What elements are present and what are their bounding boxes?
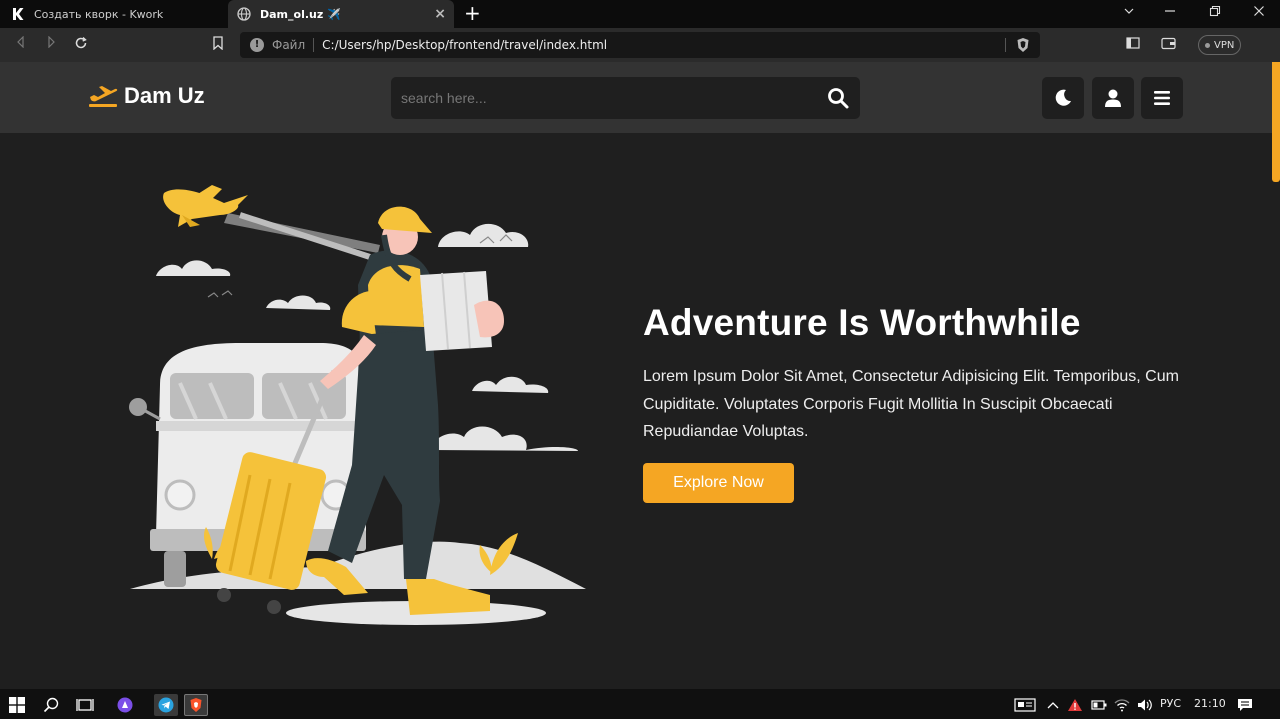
moon-icon [1055, 89, 1071, 106]
bookmark-icon[interactable] [209, 36, 227, 54]
site-header: Dam Uz [0, 62, 1272, 133]
forward-icon[interactable] [42, 35, 60, 54]
cloud [266, 295, 331, 310]
divider [1005, 38, 1006, 52]
explore-now-button[interactable]: Explore Now [643, 463, 794, 503]
address-scheme-label: Файл [272, 38, 306, 52]
user-icon [1105, 89, 1121, 107]
search-icon[interactable] [826, 86, 850, 110]
vpn-label: VPN [1214, 39, 1235, 51]
volume-icon[interactable] [1134, 694, 1156, 716]
clock[interactable]: 21:10 [1194, 697, 1226, 710]
new-tab-button[interactable]: + [464, 3, 481, 23]
tab-damol[interactable]: Dam_ol.uz ✈️ × [228, 0, 454, 28]
divider [313, 38, 315, 52]
airplane-graphic [163, 185, 380, 260]
tab-title: Создать кворк - Kwork [34, 7, 164, 21]
alice-assistant-icon[interactable] [114, 694, 136, 716]
tab-title: Dam_ol.uz ✈️ [260, 7, 341, 21]
hero-description: Lorem Ipsum Dolor Sit Amet, Consectetur … [643, 368, 1179, 440]
windows-start-icon[interactable] [6, 694, 28, 716]
search-form [391, 77, 860, 119]
scrollbar-thumb[interactable] [1272, 62, 1280, 182]
vpn-button[interactable]: VPN [1198, 35, 1242, 55]
cloud [156, 260, 231, 276]
cloud [430, 426, 578, 451]
notifications-icon[interactable] [1234, 694, 1256, 716]
back-icon[interactable] [12, 35, 30, 54]
brave-shield-icon[interactable] [1016, 37, 1030, 56]
chevron-up-icon[interactable] [1042, 694, 1064, 716]
site-logo[interactable]: Dam Uz [88, 83, 205, 109]
search-input[interactable] [391, 77, 811, 119]
cloud [438, 223, 529, 247]
browser-tab-strip: Создать кворк - Kwork Dam_ol.uz ✈️ × + [0, 0, 1280, 28]
close-icon[interactable] [1249, 4, 1269, 22]
battery-icon[interactable] [1088, 694, 1110, 716]
windows-taskbar: РУС 21:10 [0, 689, 1280, 719]
menu-icon [1154, 91, 1170, 105]
menu-button[interactable] [1141, 77, 1183, 119]
globe-icon [236, 6, 252, 22]
search-icon[interactable] [40, 694, 62, 716]
kwork-logo-icon [10, 6, 26, 22]
hero-title: Adventure Is Worthwhile [643, 302, 1081, 343]
browser-toolbar: ! Файл C:/Users/hp/Desktop/frontend/trav… [0, 28, 1280, 62]
reload-icon[interactable] [72, 36, 90, 54]
warning-icon[interactable] [1064, 694, 1086, 716]
wifi-icon[interactable] [1111, 694, 1133, 716]
hero-illustration [129, 185, 586, 625]
restore-icon[interactable] [1205, 4, 1225, 22]
news-widget-icon[interactable] [1013, 694, 1037, 716]
language-indicator[interactable]: РУС [1160, 697, 1181, 710]
vpn-status-dot [1205, 42, 1210, 48]
brave-browser-icon[interactable] [184, 694, 208, 716]
login-button[interactable] [1092, 77, 1134, 119]
info-icon[interactable]: ! [250, 38, 264, 52]
plane-logo-icon [89, 86, 118, 107]
address-url[interactable]: C:/Users/hp/Desktop/frontend/travel/inde… [322, 38, 607, 52]
cloud [472, 376, 549, 393]
address-bar[interactable]: ! Файл C:/Users/hp/Desktop/frontend/trav… [240, 32, 1040, 58]
close-tab-icon[interactable]: × [434, 6, 446, 22]
tab-kwork[interactable]: Создать кворк - Kwork [0, 0, 226, 28]
task-view-icon[interactable] [74, 694, 96, 716]
sidebar-icon[interactable] [1124, 36, 1142, 54]
brand-name: Dam Uz [124, 83, 205, 108]
telegram-icon[interactable] [154, 694, 178, 716]
minimize-icon[interactable] [1160, 4, 1180, 22]
wallet-icon[interactable] [1160, 36, 1178, 54]
chevron-down-icon[interactable] [1119, 4, 1139, 22]
theme-toggle-button[interactable] [1042, 77, 1084, 119]
